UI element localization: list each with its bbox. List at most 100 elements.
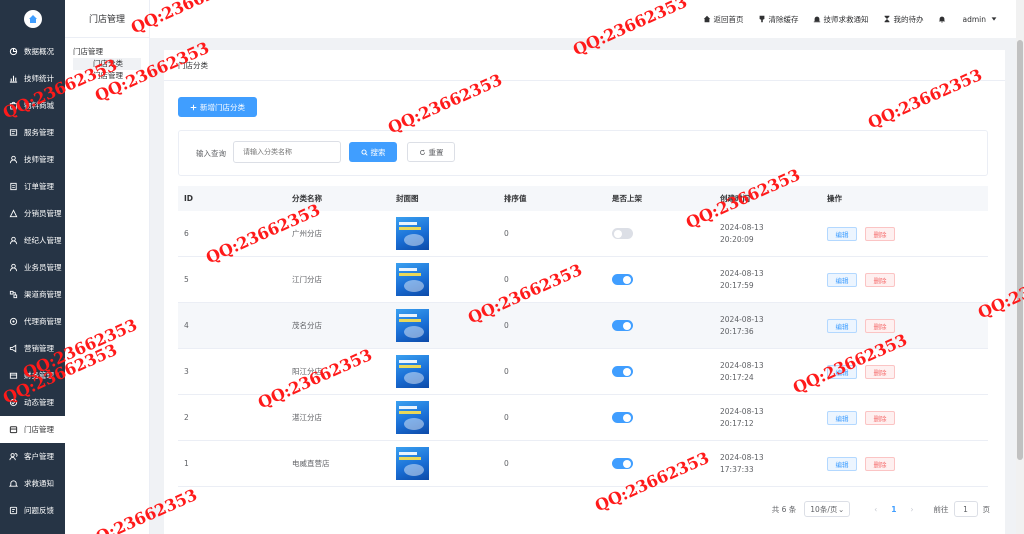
cell-listed bbox=[612, 211, 720, 256]
sidebar-item-0[interactable]: 数据概况 bbox=[0, 38, 65, 65]
category-table: ID 分类名称 封面图 排序值 是否上架 创建时间 操作 6 广州分店 0 2024-… bbox=[178, 186, 988, 487]
sos-notice-link[interactable]: 技师求救通知 bbox=[813, 14, 869, 25]
home-link[interactable]: 返回首页 bbox=[703, 14, 744, 25]
tree-item-store-category[interactable]: 门店分类 bbox=[73, 58, 141, 70]
delete-button[interactable]: 删除 bbox=[865, 456, 895, 471]
add-category-label: 新增门店分类 bbox=[200, 102, 245, 112]
sidebar-item-11[interactable]: 营销管理 bbox=[0, 335, 65, 362]
pagination-total: 共 6 条 bbox=[771, 504, 797, 514]
todo-label: 我的待办 bbox=[893, 14, 924, 24]
page-size-select[interactable]: 10条/页 ⌄ bbox=[804, 501, 851, 517]
sidebar-item-label: 经纪人管理 bbox=[24, 236, 62, 245]
scrollbar-thumb[interactable] bbox=[1017, 40, 1023, 460]
cell-id: 6 bbox=[184, 229, 189, 238]
sidebar-item-7[interactable]: 经纪人管理 bbox=[0, 227, 65, 254]
table-row: 2 湛江分店 0 2024-08-13 20:17:12 编辑 删除 bbox=[178, 395, 988, 441]
tree-parent[interactable]: 门店管理 bbox=[73, 46, 149, 58]
table-header: ID 分类名称 封面图 排序值 是否上架 创建时间 操作 bbox=[178, 186, 988, 211]
cell-listed bbox=[612, 349, 720, 394]
page-unit-label: 页 bbox=[982, 504, 991, 514]
cover-image[interactable] bbox=[396, 263, 429, 296]
listed-toggle[interactable] bbox=[612, 366, 633, 377]
search-icon bbox=[360, 148, 368, 156]
cover-image[interactable] bbox=[396, 355, 429, 388]
cover-image[interactable] bbox=[396, 217, 429, 250]
cell-actions: 编辑 删除 bbox=[827, 395, 988, 440]
delete-button[interactable]: 删除 bbox=[865, 226, 895, 241]
todo-link[interactable]: 我的待办 bbox=[883, 14, 924, 25]
card-title: 门店分类 bbox=[164, 50, 1005, 81]
bell-icon bbox=[9, 479, 18, 488]
tree-item-store-manage[interactable]: 门店管理 bbox=[73, 70, 149, 82]
sidebar-item-2[interactable]: 物料商城 bbox=[0, 92, 65, 119]
cell-name: 湛江分店 bbox=[292, 413, 322, 422]
reset-button[interactable]: 重置 bbox=[407, 142, 455, 162]
sidebar-item-5[interactable]: 订单管理 bbox=[0, 173, 65, 200]
listed-toggle[interactable] bbox=[612, 458, 633, 469]
sidebar-item-10[interactable]: 代理商管理 bbox=[0, 308, 65, 335]
edit-button[interactable]: 编辑 bbox=[827, 272, 857, 287]
next-page-icon[interactable]: › bbox=[911, 505, 914, 514]
clear-cache-link[interactable]: 清除缓存 bbox=[758, 14, 799, 25]
edit-button[interactable]: 编辑 bbox=[827, 364, 857, 379]
created-date: 2024-08-13 bbox=[720, 452, 764, 462]
edit-button[interactable]: 编辑 bbox=[827, 456, 857, 471]
cell-id: 2 bbox=[184, 413, 189, 422]
sidebar-item-15[interactable]: 客户管理 bbox=[0, 443, 65, 470]
add-category-button[interactable]: 新增门店分类 bbox=[178, 97, 257, 117]
sidebar-item-6[interactable]: 分销员管理 bbox=[0, 200, 65, 227]
user-menu[interactable]: admin bbox=[963, 15, 999, 24]
username: admin bbox=[962, 14, 987, 24]
cell-actions: 编辑 删除 bbox=[827, 257, 988, 302]
prev-page-icon[interactable]: ‹ bbox=[874, 505, 877, 514]
edit-button[interactable]: 编辑 bbox=[827, 410, 857, 425]
cell-created: 2024-08-13 20:17:12 bbox=[720, 395, 827, 440]
cover-image[interactable] bbox=[396, 309, 429, 342]
edit-button[interactable]: 编辑 bbox=[827, 318, 857, 333]
cell-cover bbox=[396, 441, 504, 486]
sidebar-item-16[interactable]: 求救通知 bbox=[0, 470, 65, 497]
bar-chart-icon bbox=[9, 74, 18, 83]
cell-actions: 编辑 删除 bbox=[827, 349, 988, 394]
hourglass-icon bbox=[884, 15, 889, 23]
sidebar-item-12[interactable]: 财务管理 bbox=[0, 362, 65, 389]
cover-image[interactable] bbox=[396, 447, 429, 480]
sidebar-item-label: 营销管理 bbox=[24, 344, 54, 353]
edit-button[interactable]: 编辑 bbox=[827, 226, 857, 241]
sidebar-item-14[interactable]: 门店管理 bbox=[0, 416, 65, 443]
current-page-number[interactable]: 1 bbox=[891, 505, 896, 514]
page-scrollbar[interactable] bbox=[1016, 0, 1024, 534]
logo[interactable] bbox=[0, 0, 65, 38]
delete-button[interactable]: 删除 bbox=[865, 364, 895, 379]
table-row: 5 江门分店 0 2024-08-13 20:17:59 编辑 删除 bbox=[178, 257, 988, 303]
listed-toggle[interactable] bbox=[612, 274, 633, 285]
listed-toggle[interactable] bbox=[612, 320, 633, 331]
cell-actions: 编辑 删除 bbox=[827, 303, 988, 348]
listed-toggle[interactable] bbox=[612, 412, 633, 423]
sidebar-item-17[interactable]: 问题反馈 bbox=[0, 497, 65, 524]
delete-button[interactable]: 删除 bbox=[865, 272, 895, 287]
delete-button[interactable]: 删除 bbox=[865, 410, 895, 425]
sidebar-item-label: 门店管理 bbox=[24, 425, 54, 434]
cover-image[interactable] bbox=[396, 401, 429, 434]
reset-button-label: 重置 bbox=[428, 147, 444, 157]
sidebar-item-13[interactable]: 动态管理 bbox=[0, 389, 65, 416]
page-size-value: 10条/页 bbox=[810, 504, 838, 514]
goto-page-input[interactable]: 1 bbox=[953, 501, 978, 517]
sidebar-item-8[interactable]: 业务员管理 bbox=[0, 254, 65, 281]
search-button[interactable]: 搜索 bbox=[349, 142, 397, 162]
notification-bell[interactable] bbox=[938, 15, 949, 23]
cell-cover bbox=[396, 211, 504, 256]
sidebar-item-3[interactable]: 服务管理 bbox=[0, 119, 65, 146]
sidebar-item-label: 物料商城 bbox=[24, 101, 54, 110]
category-name-input[interactable] bbox=[233, 141, 341, 163]
listed-toggle[interactable] bbox=[612, 228, 633, 239]
created-date: 2024-08-13 bbox=[720, 268, 764, 278]
distributor-icon bbox=[9, 209, 18, 218]
sidebar-item-9[interactable]: 渠道商管理 bbox=[0, 281, 65, 308]
sidebar-item-1[interactable]: 技师统计 bbox=[0, 65, 65, 92]
delete-button[interactable]: 删除 bbox=[865, 318, 895, 333]
store-tree: 门店管理 门店分类 门店管理 bbox=[65, 38, 149, 82]
sidebar-item-4[interactable]: 技师管理 bbox=[0, 146, 65, 173]
broker-icon bbox=[9, 236, 18, 245]
